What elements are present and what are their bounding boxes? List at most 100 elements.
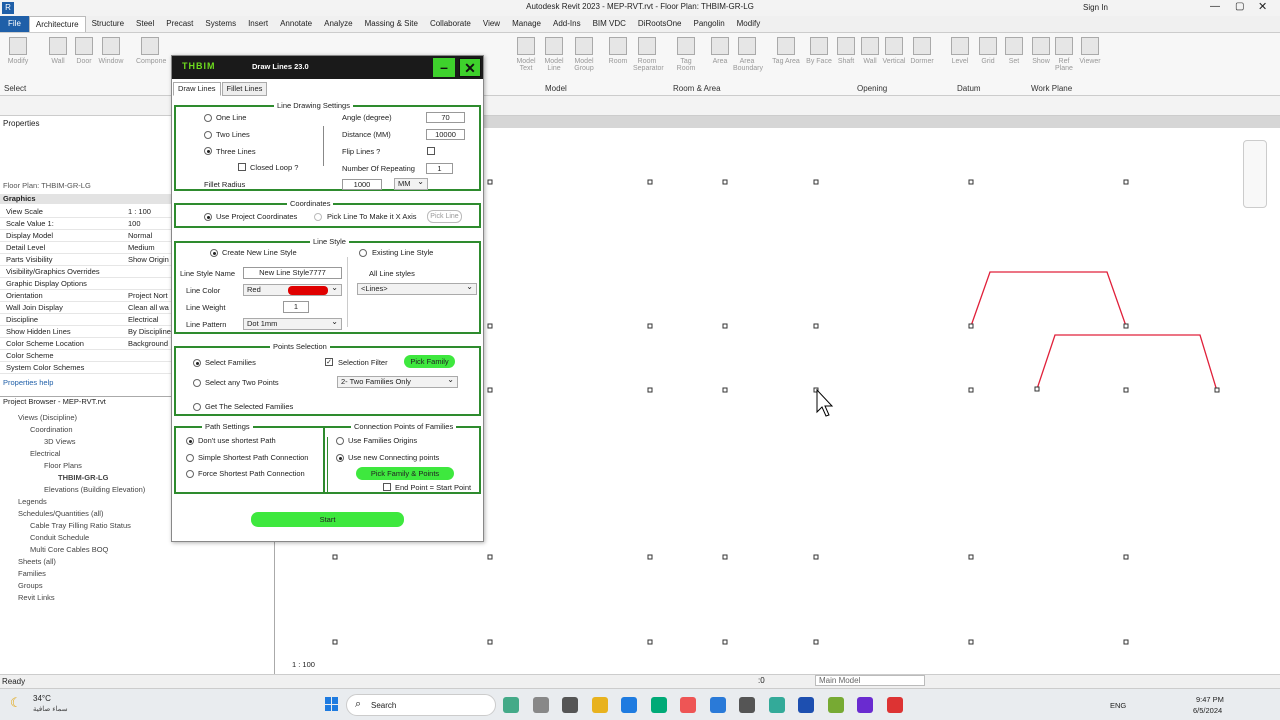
ribbon-btn-ref-plane[interactable]: Ref Plane <box>1050 37 1078 77</box>
dialog-minimize-button[interactable]: – <box>433 58 455 77</box>
unit-select[interactable]: MM <box>394 177 428 190</box>
browser-item[interactable]: Legends <box>18 497 47 506</box>
room-area-group-label[interactable]: Room & Area <box>673 84 721 93</box>
properties-help-link[interactable]: Properties help <box>3 378 53 387</box>
two-lines-radio[interactable] <box>204 131 212 139</box>
line-styles-select[interactable]: <Lines> <box>357 282 477 295</box>
dialog-close-button[interactable]: ✕ <box>459 58 481 77</box>
ribbon-btn-room[interactable]: Room <box>604 37 632 77</box>
end-equals-start-checkbox[interactable] <box>383 483 391 491</box>
browser-item[interactable]: Families <box>18 569 46 578</box>
taskbar-app-icon[interactable] <box>650 697 667 713</box>
tab-add-ins[interactable]: Add-Ins <box>547 16 587 32</box>
project-coordinates-radio[interactable] <box>204 213 212 221</box>
browser-item[interactable]: Electrical <box>30 449 60 458</box>
ribbon-btn-by-face[interactable]: By Face <box>805 37 833 77</box>
tab-collaborate[interactable]: Collaborate <box>424 16 477 32</box>
browser-item[interactable]: Multi Core Cables BOQ <box>30 545 108 554</box>
repeat-input[interactable]: 1 <box>426 163 453 174</box>
browser-item[interactable]: Cable Tray Filling Ratio Status <box>30 521 131 530</box>
ribbon-btn-level[interactable]: Level <box>946 37 974 77</box>
browser-item[interactable]: Conduit Schedule <box>30 533 89 542</box>
taskbar-app-icon[interactable] <box>798 697 814 713</box>
browser-item[interactable]: Groups <box>18 581 43 590</box>
tab-systems[interactable]: Systems <box>199 16 242 32</box>
force-shortest-path-radio[interactable] <box>186 470 194 478</box>
tab-manage[interactable]: Manage <box>506 16 547 32</box>
maximize-icon[interactable]: ▢ <box>1235 1 1244 12</box>
browser-item[interactable]: Floor Plans <box>44 461 82 470</box>
close-icon[interactable]: ✕ <box>1258 0 1267 13</box>
taskbar-app-icon[interactable] <box>886 697 903 713</box>
closed-loop-checkbox[interactable] <box>238 163 246 171</box>
get-selected-families-radio[interactable] <box>193 403 201 411</box>
navigation-bar[interactable] <box>1243 140 1267 208</box>
view-scale-control[interactable]: 1 : 100 <box>292 660 315 669</box>
start-button[interactable]: Start <box>251 512 404 527</box>
pick-family-button[interactable]: Pick Family <box>404 355 455 368</box>
browser-item[interactable]: Sheets (all) <box>18 557 56 566</box>
taskbar-app-icon[interactable] <box>680 697 696 713</box>
tab-modify[interactable]: Modify <box>731 16 767 32</box>
ribbon-btn-model-text[interactable]: Model Text <box>512 37 540 77</box>
tab-draw-lines[interactable]: Draw Lines <box>173 82 221 96</box>
taskbar-app-icon[interactable] <box>532 697 549 713</box>
browser-item[interactable]: Coordination <box>30 425 73 434</box>
create-line-style-radio[interactable] <box>210 249 218 257</box>
pick-family-points-button[interactable]: Pick Family & Points <box>356 467 454 480</box>
ribbon-btn-grid[interactable]: Grid <box>974 37 1002 77</box>
ribbon-btn-compone[interactable]: Compone <box>136 37 166 77</box>
taskbar-app-icon[interactable] <box>621 697 637 713</box>
select-group[interactable]: Select <box>4 84 26 93</box>
tab-architecture[interactable]: Architecture <box>28 16 86 32</box>
browser-item[interactable]: Revit Links <box>18 593 55 602</box>
select-families-radio[interactable] <box>193 359 201 367</box>
ribbon-btn-room-separator[interactable]: Room Separator <box>633 37 664 77</box>
browser-item[interactable]: 3D Views <box>44 437 76 446</box>
tab-massing-site[interactable]: Massing & Site <box>359 16 424 32</box>
tab-steel[interactable]: Steel <box>130 16 160 32</box>
weather-icon[interactable]: ☾ <box>10 695 22 711</box>
ribbon-btn-model-group[interactable]: Model Group <box>570 37 598 77</box>
ribbon-btn-tag-room[interactable]: Tag Room <box>672 37 700 77</box>
existing-line-style-radio[interactable] <box>359 249 367 257</box>
line-style-name-input[interactable]: New Line Style7777 <box>243 267 342 279</box>
language-indicator[interactable]: ENG <box>1110 701 1126 710</box>
minimize-icon[interactable]: — <box>1210 1 1220 12</box>
fillet-radius-input[interactable]: 1000 <box>342 179 382 190</box>
tab-dirootsone[interactable]: DiRootsOne <box>632 16 688 32</box>
angle-input[interactable]: 70 <box>426 112 465 123</box>
tab-fillet-lines[interactable]: Fillet Lines <box>221 82 268 96</box>
tab-view[interactable]: View <box>477 16 506 32</box>
ribbon-btn-window[interactable]: Window <box>97 37 125 77</box>
taskbar-app-icon[interactable] <box>591 697 608 713</box>
weather-temp[interactable]: 34°C <box>33 694 51 703</box>
taskbar-app-icon[interactable] <box>857 697 873 713</box>
windows-start-icon[interactable] <box>325 697 339 711</box>
line-pattern-select[interactable]: Dot 1mm <box>243 317 342 330</box>
tab-insert[interactable]: Insert <box>242 16 274 32</box>
clock-time[interactable]: 9:47 PM <box>1196 695 1224 704</box>
distance-input[interactable]: 10000 <box>426 129 465 140</box>
simple-shortest-path-radio[interactable] <box>186 454 194 462</box>
families-origins-radio[interactable] <box>336 437 344 445</box>
pick-line-button[interactable]: Pick Line <box>427 210 462 223</box>
taskbar-app-icon[interactable] <box>503 697 519 713</box>
ribbon-btn-model-line[interactable]: Model Line <box>540 37 568 77</box>
selection-filter-select[interactable]: 2- Two Families Only <box>337 375 458 388</box>
active-model-select[interactable]: Main Model <box>815 675 925 686</box>
taskbar-app-icon[interactable] <box>827 697 844 713</box>
line-weight-input[interactable]: 1 <box>283 301 309 313</box>
ribbon-btn-area-boundary[interactable]: Area Boundary <box>733 37 763 77</box>
flip-lines-checkbox[interactable] <box>427 147 435 155</box>
sign-in-link[interactable]: Sign In <box>1083 3 1108 12</box>
taskbar-app-icon[interactable] <box>562 697 578 713</box>
tab-analyze[interactable]: Analyze <box>318 16 358 32</box>
select-two-points-radio[interactable] <box>193 379 201 387</box>
tab-precast[interactable]: Precast <box>160 16 199 32</box>
pick-line-radio[interactable] <box>314 213 322 221</box>
ribbon-btn-dormer[interactable]: Dormer <box>908 37 936 77</box>
tab-bim-vdc[interactable]: BIM VDC <box>587 16 632 32</box>
browser-item[interactable]: Elevations (Building Elevation) <box>44 485 145 494</box>
three-lines-radio[interactable] <box>204 147 212 155</box>
